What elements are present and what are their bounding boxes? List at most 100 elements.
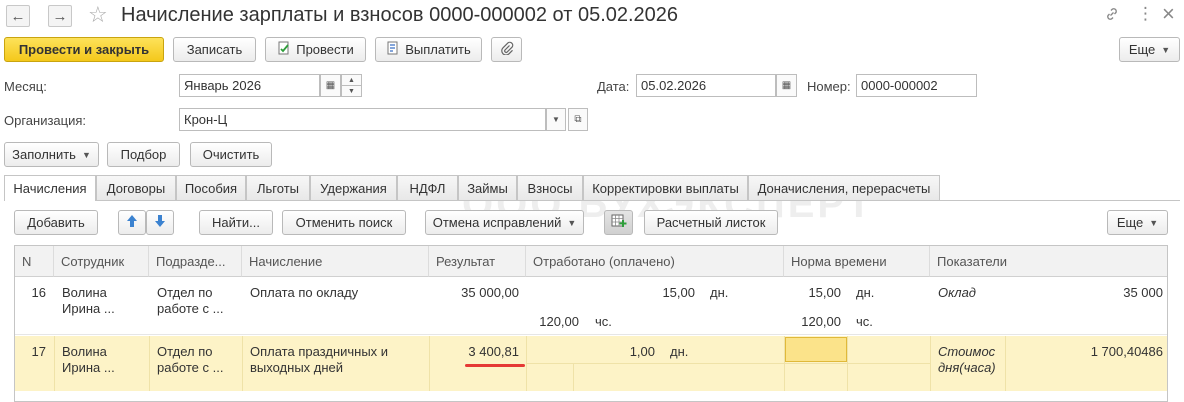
tab-bar-line: [4, 200, 1180, 201]
department-line-1: Отдел по: [157, 285, 213, 300]
cancel-search-button[interactable]: Отменить поиск: [282, 210, 406, 235]
tab-payment-corrections[interactable]: Корректировки выплаты: [583, 175, 748, 200]
more-button-label: Еще: [1128, 42, 1156, 57]
organization-open-button[interactable]: ⧉: [568, 108, 588, 131]
organization-field[interactable]: Крон-Ц: [179, 108, 546, 131]
caret-down-icon: ▼: [567, 217, 577, 228]
column-header-result[interactable]: Результат: [429, 246, 526, 277]
close-icon[interactable]: ×: [1162, 1, 1175, 27]
select-button[interactable]: Подбор: [107, 142, 180, 167]
move-down-button[interactable]: [146, 210, 174, 235]
tab-ndfl[interactable]: НДФЛ: [397, 175, 458, 200]
post-button-label: Провести: [296, 42, 354, 57]
column-header-department[interactable]: Подразде...: [149, 246, 242, 277]
employee-line-2: Ирина ...: [62, 301, 115, 316]
norm-days-unit: дн.: [856, 285, 875, 300]
post-and-close-button[interactable]: Провести и закрыть: [4, 37, 164, 62]
number-field[interactable]: 0000-000002: [856, 74, 977, 97]
accruals-table[interactable]: N Сотрудник Подразде... Начисление Резул…: [14, 245, 1168, 402]
arrow-down-icon: [153, 214, 167, 231]
organization-label: Организация:: [4, 113, 87, 128]
more-button[interactable]: Еще ▼: [1119, 37, 1180, 62]
row-number: 17: [31, 344, 46, 359]
worked-hours-unit: чс.: [595, 314, 612, 329]
grid-add-icon: [611, 214, 627, 231]
column-header-n[interactable]: N: [15, 246, 54, 277]
month-field[interactable]: Январь 2026: [179, 74, 320, 97]
cancel-corrections-label: Отмена исправлений: [432, 215, 562, 230]
clear-button[interactable]: Очистить: [190, 142, 272, 167]
fill-button-label: Заполнить: [12, 147, 76, 162]
pay-button-label: Выплатить: [405, 42, 471, 57]
department-line-1: Отдел по: [157, 344, 213, 359]
column-header-employee[interactable]: Сотрудник: [54, 246, 149, 277]
cell-divider: [930, 336, 931, 391]
cancel-corrections-button[interactable]: Отмена исправлений ▼: [425, 210, 584, 235]
document-title: Начисление зарплаты и взносов 0000-00000…: [121, 4, 679, 26]
table-settings-button[interactable]: [604, 210, 633, 235]
find-button[interactable]: Найти...: [199, 210, 273, 235]
tab-contributions[interactable]: Взносы: [517, 175, 583, 200]
cell-divider: [54, 336, 55, 391]
indicator-name-line-2: дня(часа): [938, 360, 996, 375]
accrual-name: Оплата по окладу: [250, 285, 359, 300]
save-button[interactable]: Записать: [173, 37, 256, 62]
table-row[interactable]: 16 Волина Ирина ... Отдел по работе с ..…: [15, 277, 1167, 335]
move-up-button[interactable]: [118, 210, 146, 235]
cell-divider: [149, 336, 150, 391]
date-field[interactable]: 05.02.2026: [636, 74, 776, 97]
payslip-button[interactable]: Расчетный листок: [644, 210, 778, 235]
month-down-button[interactable]: ▼: [341, 85, 362, 97]
employee-line-1: Волина: [62, 344, 107, 359]
caret-down-icon: ▼: [1149, 217, 1159, 228]
arrow-left-icon: ←: [10, 7, 26, 25]
cell-divider: [1005, 336, 1006, 391]
table-row-selected[interactable]: 17 Волина Ирина ... Отдел по работе с ..…: [15, 336, 1167, 391]
worked-days-unit: дн.: [710, 285, 729, 300]
date-calendar-button[interactable]: ▦: [776, 74, 797, 97]
indicator-name-line-1: Стоимос: [938, 344, 996, 359]
post-button[interactable]: Провести: [265, 37, 366, 62]
cell-divider: [242, 336, 243, 391]
forward-button[interactable]: →: [48, 5, 72, 27]
add-button[interactable]: Добавить: [14, 210, 98, 235]
norm-time-input-cell[interactable]: [785, 337, 847, 362]
pay-doc-icon: [386, 41, 400, 58]
indicator-value: 1 700,40486: [1090, 344, 1163, 359]
row-number: 16: [31, 285, 46, 300]
tab-deductions[interactable]: Удержания: [310, 175, 397, 200]
accrual-name-line-1: Оплата праздничных и: [250, 344, 389, 359]
tab-accruals[interactable]: Начисления: [4, 175, 96, 201]
tab-loans[interactable]: Займы: [458, 175, 517, 200]
favorite-star-icon[interactable]: ☆: [88, 2, 108, 28]
table-more-label: Еще: [1116, 215, 1144, 230]
tab-contracts[interactable]: Договоры: [96, 175, 176, 200]
paperclip-icon: [500, 41, 514, 58]
attach-button[interactable]: [491, 37, 522, 62]
worked-days: 15,00: [662, 285, 695, 300]
department-line-2: работе с ...: [157, 301, 224, 316]
tab-benefits[interactable]: Пособия: [176, 175, 246, 200]
result-value: 3 400,81: [468, 344, 519, 359]
tab-recalculations[interactable]: Доначисления, перерасчеты: [748, 175, 940, 200]
result-value: 35 000,00: [461, 285, 519, 300]
column-header-norm[interactable]: Норма времени: [784, 246, 930, 277]
arrow-right-icon: →: [52, 7, 68, 25]
month-label: Месяц:: [4, 79, 47, 94]
tab-privileges[interactable]: Льготы: [246, 175, 310, 200]
column-header-accrual[interactable]: Начисление: [242, 246, 429, 277]
department-line-2: работе с ...: [157, 360, 224, 375]
link-icon[interactable]: [1104, 6, 1120, 26]
pay-button[interactable]: Выплатить: [375, 37, 482, 62]
arrow-up-icon: [125, 214, 139, 231]
column-header-worked[interactable]: Отработано (оплачено): [526, 246, 784, 277]
column-header-indicators[interactable]: Показатели: [930, 246, 1167, 277]
calendar-button[interactable]: ▦: [320, 74, 341, 97]
more-vertical-icon[interactable]: ⋮: [1137, 4, 1154, 24]
fill-button[interactable]: Заполнить ▼: [4, 142, 99, 167]
open-form-icon: ⧉: [574, 114, 582, 125]
organization-dropdown-button[interactable]: ▼: [546, 108, 566, 131]
table-more-button[interactable]: Еще ▼: [1107, 210, 1168, 235]
back-button[interactable]: ←: [6, 5, 30, 27]
cell-divider: [784, 363, 930, 364]
